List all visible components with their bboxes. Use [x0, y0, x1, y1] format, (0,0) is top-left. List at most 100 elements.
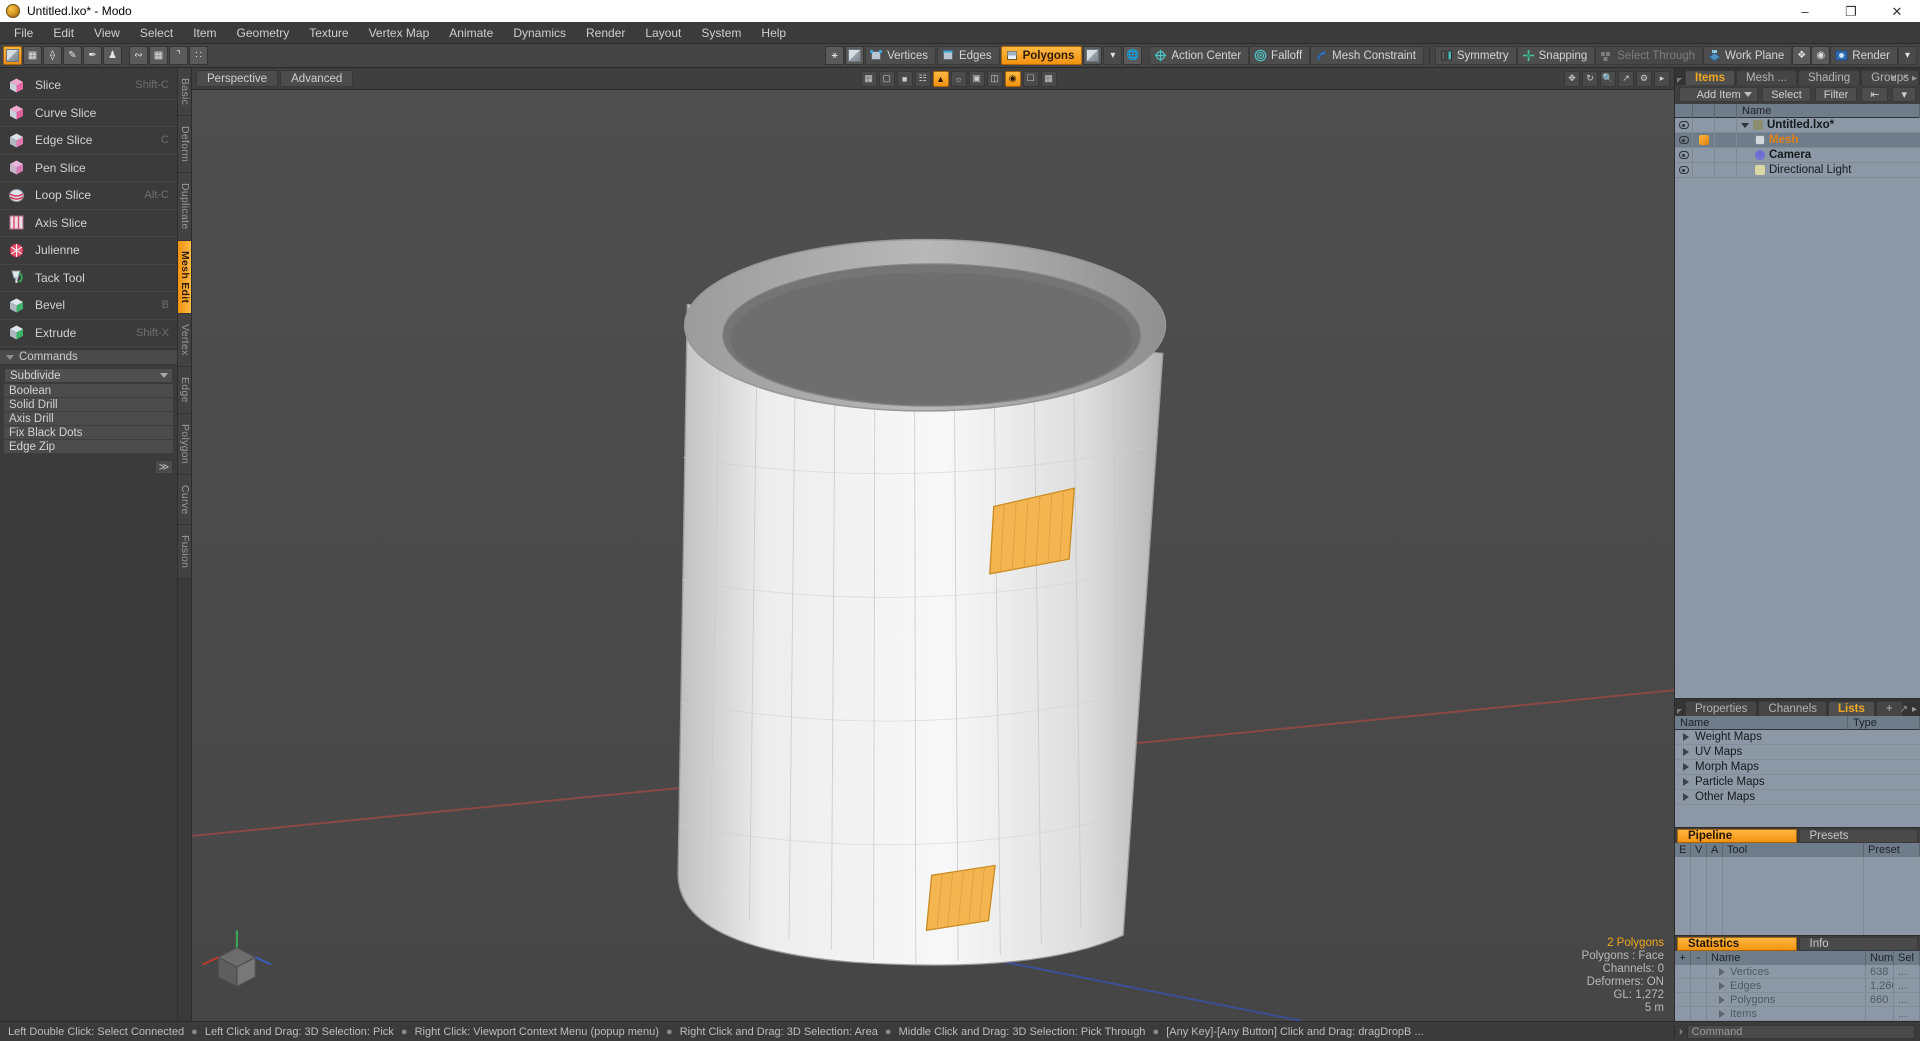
minimize-button[interactable]: –	[1782, 0, 1828, 22]
add-item-button[interactable]: Add Item	[1679, 87, 1759, 102]
menu-render[interactable]: Render	[576, 22, 635, 44]
menu-animate[interactable]: Animate	[439, 22, 503, 44]
tab-add[interactable]: +	[1875, 701, 1903, 716]
edges-button[interactable]: Edges	[936, 46, 1000, 65]
list-item[interactable]: Weight Maps	[1675, 730, 1920, 745]
tab-presets[interactable]: Presets	[1798, 829, 1918, 843]
rotate-icon[interactable]: ↻	[1582, 70, 1598, 87]
command-axis-drill[interactable]: Axis Drill	[4, 412, 173, 426]
table-row[interactable]: Mesh	[1675, 132, 1920, 148]
menu-edit[interactable]: Edit	[43, 22, 84, 44]
table-row[interactable]: Camera	[1675, 147, 1920, 163]
menu-dynamics[interactable]: Dynamics	[503, 22, 576, 44]
visibility-toggle[interactable]	[1675, 132, 1693, 148]
command-input[interactable]: Command	[1686, 1024, 1915, 1039]
globe-icon[interactable]: 🌐	[1123, 46, 1143, 65]
tab-pipeline[interactable]: Pipeline	[1677, 829, 1797, 843]
panel-collapse-icon[interactable]: ⇤	[1861, 87, 1889, 102]
filter-funnel-icon[interactable]: ▾	[1892, 87, 1916, 102]
wireframe-icon[interactable]: ▢	[878, 70, 895, 87]
panel-options-icon[interactable]: ▸	[1912, 73, 1917, 84]
select-cell[interactable]	[1693, 147, 1715, 163]
grid-icon[interactable]: ▦	[23, 46, 42, 65]
polygons-button[interactable]: Polygons	[1000, 46, 1083, 65]
maximize-panel-icon[interactable]: ↗	[1900, 704, 1908, 715]
select-cell[interactable]	[1693, 118, 1715, 133]
menu-view[interactable]: View	[84, 22, 130, 44]
stat-add-cell[interactable]	[1675, 992, 1691, 1007]
light-toggle-icon[interactable]: ☼	[950, 70, 967, 87]
person-icon[interactable]: ♟	[103, 46, 122, 65]
expander-icon[interactable]	[1719, 1009, 1725, 1018]
menu-file[interactable]: File	[4, 22, 43, 44]
viewport-settings-icon[interactable]: ⚙	[1636, 70, 1652, 87]
tool-edge-slice[interactable]: Edge Slice C	[0, 127, 177, 155]
figure-icon[interactable]: ⚹	[825, 46, 845, 65]
layers-icon[interactable]: ◫	[986, 70, 1003, 87]
table-row[interactable]: Untitled.lxo*	[1675, 118, 1920, 133]
list-item[interactable]: Morph Maps	[1675, 760, 1920, 775]
lock-cell[interactable]	[1715, 162, 1737, 178]
expander-icon[interactable]	[1719, 995, 1725, 1004]
action-center-button[interactable]: Action Center	[1149, 46, 1250, 65]
filter-button[interactable]: Filter	[1814, 87, 1858, 102]
symmetry-button[interactable]: Symmetry	[1434, 46, 1517, 65]
list-item[interactable]: UV Maps	[1675, 745, 1920, 760]
work-plane-button[interactable]: Work Plane	[1703, 46, 1793, 65]
tool-bevel[interactable]: Bevel B	[0, 292, 177, 320]
tool-loop-slice[interactable]: Loop Slice Alt-C	[0, 182, 177, 210]
viewport-chevron-icon[interactable]: ▸	[1654, 70, 1670, 87]
magnet-icon[interactable]: ⟠	[43, 46, 62, 65]
vertices-button[interactable]: Vertices	[865, 46, 936, 65]
vtab-edge[interactable]: Edge	[178, 366, 191, 414]
stat-add-cell[interactable]	[1675, 978, 1691, 993]
expander-icon[interactable]	[1683, 778, 1689, 786]
pan-icon[interactable]: ✥	[1564, 70, 1580, 87]
tab-items[interactable]: Items	[1685, 70, 1736, 85]
materials-mode-icon[interactable]	[1083, 46, 1103, 65]
zoom-icon[interactable]: 🔍	[1600, 70, 1616, 87]
table-row[interactable]: Edges 1,266 ...	[1675, 978, 1920, 993]
table-row[interactable]: Polygons 660 ...	[1675, 992, 1920, 1007]
maximize-button[interactable]: ❐	[1828, 0, 1874, 22]
lock-cell[interactable]	[1715, 147, 1737, 163]
stat-remove-cell[interactable]	[1691, 992, 1707, 1007]
visibility-toggle[interactable]	[1675, 147, 1693, 163]
corner-icon[interactable]: ⌝	[169, 46, 188, 65]
panel-menu-icon[interactable]	[1677, 78, 1682, 83]
lock-cell[interactable]	[1715, 132, 1737, 148]
menu-geometry[interactable]: Geometry	[227, 22, 300, 44]
dots-icon[interactable]: ∷	[189, 46, 208, 65]
vtab-duplicate[interactable]: Duplicate	[178, 173, 191, 241]
panel-menu-icon[interactable]	[1677, 709, 1682, 714]
tool-slice[interactable]: Slice Shift-C	[0, 72, 177, 100]
tool-extrude[interactable]: Extrude Shift-X	[0, 320, 177, 347]
menu-item[interactable]: Item	[183, 22, 226, 44]
command-boolean[interactable]: Boolean	[4, 384, 173, 398]
solid-icon[interactable]: ■	[896, 70, 913, 87]
menu-texture[interactable]: Texture	[299, 22, 358, 44]
tab-channels[interactable]: Channels	[1758, 701, 1828, 716]
tool-tack-tool[interactable]: Tack Tool	[0, 265, 177, 292]
stat-remove-cell[interactable]	[1691, 964, 1707, 979]
vtab-polygon[interactable]: Polygon	[178, 413, 191, 475]
tool-curve-slice[interactable]: Curve Slice	[0, 100, 177, 127]
select-through-button[interactable]: Select Through	[1595, 46, 1704, 65]
model-mode-icon[interactable]	[3, 46, 22, 65]
vtab-fusion[interactable]: Fusion	[178, 525, 191, 580]
select-cell[interactable]	[1693, 162, 1715, 178]
expander-icon[interactable]	[1683, 733, 1689, 741]
vtab-deform[interactable]: Deform	[178, 116, 191, 174]
render-button[interactable]: Render	[1830, 46, 1898, 65]
list-item[interactable]: Other Maps	[1675, 790, 1920, 805]
vtab-basic[interactable]: Basic	[178, 68, 191, 117]
viewport-tab-advanced[interactable]: Advanced	[280, 70, 354, 87]
remove-stat-button[interactable]: -	[1691, 951, 1707, 965]
chevron-down-icon[interactable]: ▾	[1891, 73, 1896, 84]
tab-lists[interactable]: Lists	[1828, 701, 1875, 716]
expander-icon[interactable]	[1683, 763, 1689, 771]
chevron-down-icon[interactable]: ▾	[1103, 46, 1123, 65]
tab-statistics[interactable]: Statistics	[1677, 937, 1797, 951]
camera-view-icon[interactable]: ▣	[968, 70, 985, 87]
close-button[interactable]: ✕	[1874, 0, 1920, 22]
